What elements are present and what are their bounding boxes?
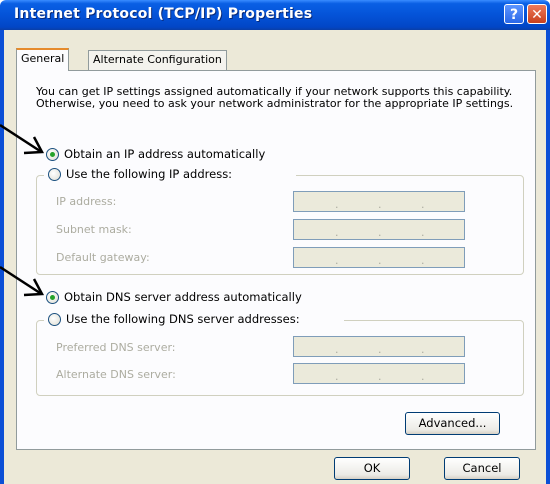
close-icon[interactable]: ✕ — [527, 4, 547, 24]
tcpip-properties-window: Internet Protocol (TCP/IP) Properties ? … — [0, 0, 550, 484]
dns-manual-option[interactable]: Use the following DNS server addresses: — [48, 311, 300, 327]
title-bar[interactable]: Internet Protocol (TCP/IP) Properties ? … — [0, 0, 550, 30]
ip-address-field[interactable]: ... — [293, 191, 465, 212]
ip-manual-radio[interactable] — [48, 167, 61, 181]
preferred-dns-label: Preferred DNS server: — [56, 341, 176, 354]
alternate-dns-field[interactable]: ... — [293, 363, 465, 384]
preferred-dns-field[interactable]: ... — [293, 336, 465, 357]
window-title: Internet Protocol (TCP/IP) Properties — [14, 6, 313, 22]
ok-button[interactable]: OK — [334, 457, 410, 480]
ip-auto-label: Obtain an IP address automatically — [64, 147, 266, 161]
default-gateway-field[interactable]: ... — [293, 247, 465, 268]
ip-manual-option[interactable]: Use the following IP address: — [48, 166, 232, 182]
dns-manual-label: Use the following DNS server addresses: — [66, 312, 300, 326]
dns-manual-radio[interactable] — [48, 312, 61, 326]
cancel-button[interactable]: Cancel — [444, 457, 520, 480]
dns-auto-option[interactable]: Obtain DNS server address automatically — [46, 289, 302, 305]
ip-manual-label: Use the following IP address: — [66, 167, 233, 181]
annotation-arrow — [0, 123, 45, 155]
subnet-mask-label: Subnet mask: — [56, 223, 132, 236]
dns-auto-label: Obtain DNS server address automatically — [64, 290, 302, 304]
description-text: You can get IP settings assigned automat… — [36, 85, 514, 110]
default-gateway-label: Default gateway: — [56, 251, 150, 264]
ip-auto-option[interactable]: Obtain an IP address automatically — [46, 146, 265, 162]
tab-alternate-configuration[interactable]: Alternate Configuration — [88, 50, 227, 70]
dns-groupbox — [36, 320, 524, 396]
alternate-dns-label: Alternate DNS server: — [56, 368, 176, 381]
advanced-button[interactable]: Advanced... — [405, 412, 500, 435]
annotation-arrow — [0, 265, 45, 297]
subnet-mask-field[interactable]: ... — [293, 219, 465, 240]
tab-general[interactable]: General — [16, 48, 70, 71]
help-icon[interactable]: ? — [504, 4, 524, 24]
ip-address-label: IP address: — [56, 195, 117, 208]
